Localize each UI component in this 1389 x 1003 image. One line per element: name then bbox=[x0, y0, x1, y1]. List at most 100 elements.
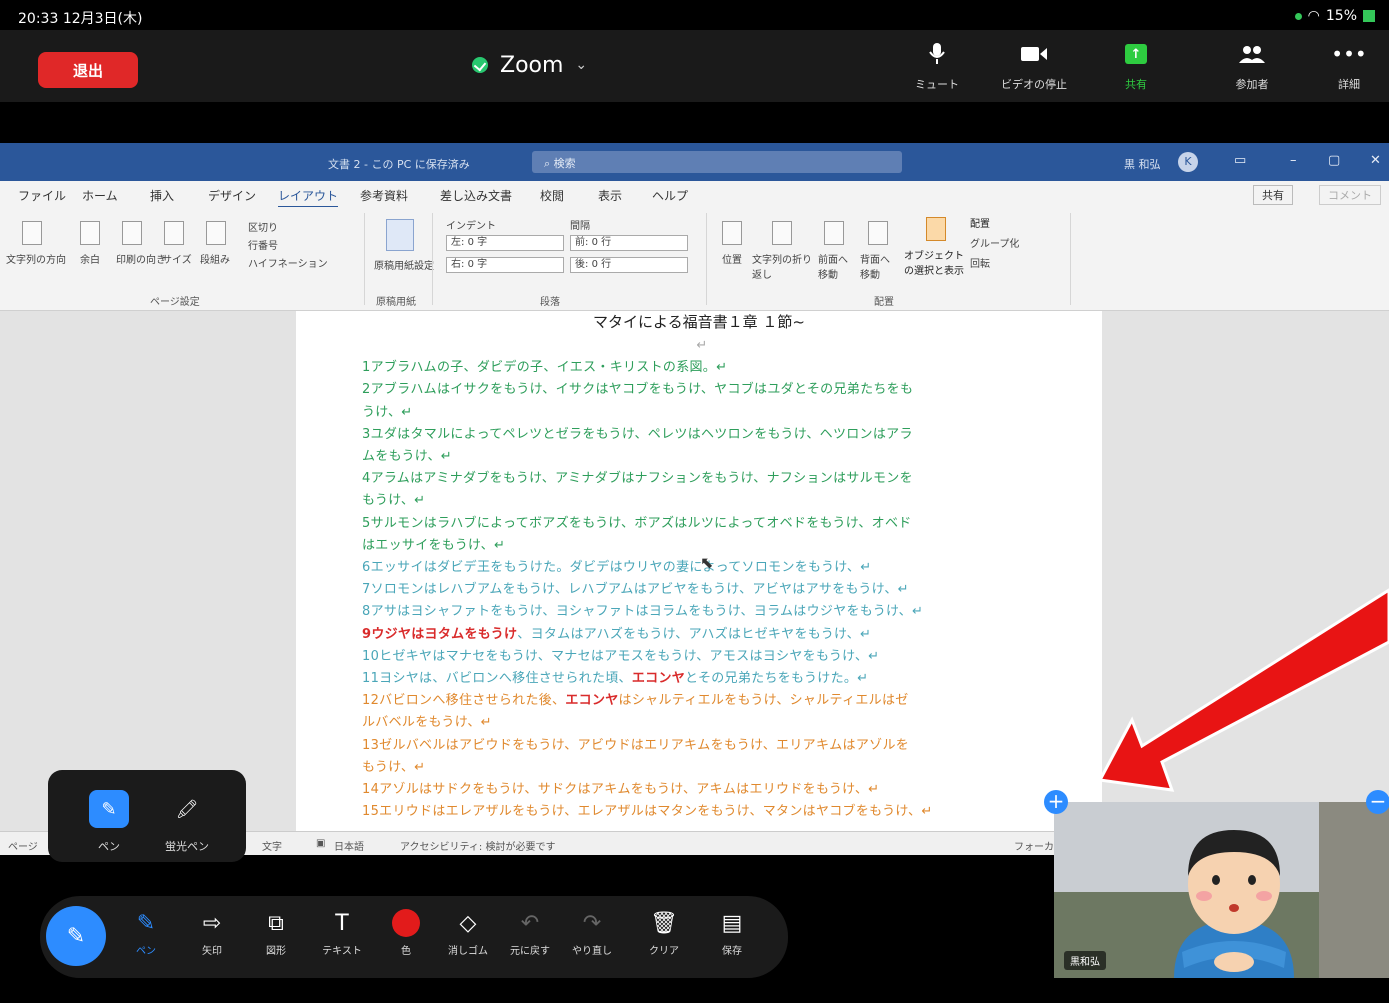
ribbon-tabs: ファイル ホーム 挿入 デザイン レイアウト 参考資料 差し込み文書 校閲 表示… bbox=[0, 181, 1389, 208]
expand-video-button[interactable]: + bbox=[1044, 790, 1068, 814]
share-button[interactable]: ↑ 共有 bbox=[1096, 42, 1176, 92]
leave-button[interactable]: 退出 bbox=[38, 52, 138, 88]
meeting-title[interactable]: Zoom ⌄ bbox=[472, 50, 587, 80]
margins-label: 余白 bbox=[80, 255, 100, 266]
minimize-icon[interactable]: – bbox=[1290, 153, 1297, 168]
word-share-button[interactable]: 共有 bbox=[1253, 185, 1293, 205]
pen-option[interactable]: ✎ ペン bbox=[74, 790, 144, 854]
columns-label: 段組み bbox=[200, 255, 230, 266]
bring-forward-icon[interactable] bbox=[824, 221, 844, 245]
camera-indicator-icon bbox=[1294, 12, 1302, 20]
tool-save[interactable]: ▤ 保存 bbox=[704, 910, 760, 958]
rotate-button[interactable]: 回転 bbox=[970, 255, 990, 270]
manuscript-paper-icon[interactable] bbox=[386, 219, 414, 251]
hyphenation-button[interactable]: ハイフネーション bbox=[248, 255, 328, 270]
align-button[interactable]: 配置 bbox=[970, 215, 990, 230]
annotation-toolbar: ✎ ✎ ペン ⇨ 矢印 ⧉ 図形 T テキスト 色 ◇ 消しゴム ↶ 元に戻す bbox=[40, 896, 788, 978]
more-button[interactable]: ••• 詳細 bbox=[1309, 42, 1389, 92]
verse-line: 2アブラハムはイサクをもうけ、イサクはヤコブをもうけ、ヤコブはユダとその兄弟たち… bbox=[362, 382, 914, 398]
tool-redo[interactable]: ↷ やり直し bbox=[564, 910, 620, 958]
tool-pen[interactable]: ✎ ペン bbox=[118, 910, 174, 958]
word-search-box[interactable]: ⌕ 検索 bbox=[532, 151, 902, 173]
verse-line: 11ヨシヤは、バビロンへ移住させられた頃、エコンヤとその兄弟たちをもうけた。↵ bbox=[362, 671, 869, 687]
verse-line: 7ソロモンはレハブアムをもうけ、レハブアムはアビヤをもうけ、アビヤはアサをもうけ… bbox=[362, 582, 909, 598]
text-direction-label: 文字列の方向 bbox=[6, 255, 66, 266]
tab-mailings[interactable]: 差し込み文書 bbox=[440, 187, 512, 204]
verse-line: 8アサはヨシャファトをもうけ、ヨシャファトはヨラムをもうけ、ヨラムはウジヤをもう… bbox=[362, 604, 924, 620]
stop-video-label: ビデオの停止 bbox=[1001, 78, 1067, 91]
document-page[interactable]: マタイによる福音書１章 １節~ ↵ 1アブラハムの子、ダビデの子、イエス・キリスト… bbox=[296, 311, 1102, 831]
breaks-button[interactable]: 区切り bbox=[248, 219, 278, 234]
video-name-tag: 黒和弘 bbox=[1064, 951, 1106, 970]
shapes-icon: ⧉ bbox=[268, 910, 284, 936]
wrap-text-label: 文字列の折り返し bbox=[752, 255, 812, 281]
selection-pane-icon[interactable] bbox=[926, 217, 946, 241]
send-backward-icon[interactable] bbox=[868, 221, 888, 245]
mute-button[interactable]: ミュート bbox=[897, 42, 977, 92]
more-dots-icon: ••• bbox=[1331, 42, 1367, 66]
proofing-icon[interactable]: ▣ bbox=[316, 838, 325, 849]
accessibility-status[interactable]: アクセシビリティ: 検討が必要です bbox=[400, 838, 555, 853]
tool-shapes[interactable]: ⧉ 図形 bbox=[248, 910, 304, 958]
tab-help[interactable]: ヘルプ bbox=[652, 187, 688, 204]
verse-line: 4アラムはアミナダブをもうけ、アミナダブはナフションをもうけ、ナフションはサルモ… bbox=[362, 471, 913, 487]
tab-view[interactable]: 表示 bbox=[598, 187, 622, 204]
highlighted-name: エコンヤ bbox=[631, 671, 686, 687]
line-numbers-button[interactable]: 行番号 bbox=[248, 237, 278, 252]
microphone-icon bbox=[929, 42, 945, 66]
redo-icon: ↷ bbox=[582, 910, 602, 936]
verse-line: 5サルモンはラハブによってボアズをもうけ、ボアズはルツによってオベドをもうけ、オ… bbox=[362, 515, 912, 531]
eraser-icon: ◇ bbox=[459, 910, 477, 936]
tab-layout[interactable]: レイアウト bbox=[278, 187, 339, 208]
page-setup-group-label: ページ設定 bbox=[150, 297, 200, 308]
tool-clear[interactable]: 🗑 クリア bbox=[636, 910, 692, 958]
text-direction-icon[interactable] bbox=[22, 221, 42, 245]
arrow-icon: ⇨ bbox=[202, 910, 222, 936]
self-video-tile[interactable]: 黒和弘 bbox=[1054, 802, 1389, 978]
share-label: 共有 bbox=[1125, 78, 1147, 91]
participants-button[interactable]: 参加者 bbox=[1212, 42, 1292, 92]
close-icon[interactable]: ✕ bbox=[1370, 153, 1381, 168]
verse-line: もうけ、↵ bbox=[362, 759, 426, 775]
highlighter-option[interactable]: 🖍 蛍光ペン bbox=[152, 790, 222, 854]
indent-left-field[interactable]: 左: 0 字 bbox=[446, 235, 564, 251]
tab-references[interactable]: 参考資料 bbox=[360, 187, 408, 204]
size-icon[interactable] bbox=[164, 221, 184, 245]
spacing-after-field[interactable]: 後: 0 行 bbox=[570, 257, 688, 273]
tab-insert[interactable]: 挿入 bbox=[150, 187, 174, 204]
wrap-text-icon[interactable] bbox=[772, 221, 792, 245]
annotate-toggle-button[interactable]: ✎ bbox=[46, 906, 106, 966]
word-user-name: 黒 和弘 bbox=[1124, 158, 1161, 171]
avatar[interactable]: K bbox=[1178, 152, 1198, 172]
maximize-icon[interactable]: ▢ bbox=[1328, 153, 1340, 168]
stop-video-button[interactable]: ビデオの停止 bbox=[994, 42, 1074, 92]
tool-undo[interactable]: ↶ 元に戻す bbox=[502, 910, 558, 958]
spacing-before-field[interactable]: 前: 0 行 bbox=[570, 235, 688, 251]
tool-eraser[interactable]: ◇ 消しゴム bbox=[440, 910, 496, 958]
battery-icon bbox=[1363, 10, 1375, 22]
group-button[interactable]: グループ化 bbox=[970, 235, 1019, 250]
tool-text[interactable]: T テキスト bbox=[314, 910, 370, 958]
position-label: 位置 bbox=[722, 255, 742, 266]
tab-home[interactable]: ホーム bbox=[82, 187, 118, 204]
mouse-cursor-icon: ⬉ bbox=[700, 553, 714, 572]
indent-right-field[interactable]: 右: 0 字 bbox=[446, 257, 564, 273]
ribbon-display-icon[interactable]: ▭ bbox=[1234, 153, 1246, 168]
tab-file[interactable]: ファイル bbox=[18, 187, 66, 204]
columns-icon[interactable] bbox=[206, 221, 226, 245]
margins-icon[interactable] bbox=[80, 221, 100, 245]
language-indicator[interactable]: 日本語 bbox=[334, 838, 364, 853]
position-icon[interactable] bbox=[722, 221, 742, 245]
tool-color[interactable]: 色 bbox=[378, 909, 434, 957]
orientation-icon[interactable] bbox=[122, 221, 142, 245]
tab-design[interactable]: デザイン bbox=[208, 187, 256, 204]
selection-pane-label: オブジェクトの選択と表示 bbox=[904, 251, 964, 277]
verse-line: 10ヒゼキヤはマナセをもうけ、マナセはアモスをもうけ、アモスはヨシヤをもうけ、↵ bbox=[362, 648, 880, 664]
minimize-video-button[interactable]: − bbox=[1366, 790, 1389, 814]
meeting-title-text: Zoom bbox=[500, 52, 564, 78]
wifi-icon: ◠ bbox=[1307, 8, 1320, 24]
word-comment-button[interactable]: コメント bbox=[1319, 185, 1381, 205]
tool-arrow[interactable]: ⇨ 矢印 bbox=[184, 910, 240, 958]
verse-line: もうけ、↵ bbox=[362, 493, 426, 509]
tab-review[interactable]: 校閲 bbox=[540, 187, 564, 204]
